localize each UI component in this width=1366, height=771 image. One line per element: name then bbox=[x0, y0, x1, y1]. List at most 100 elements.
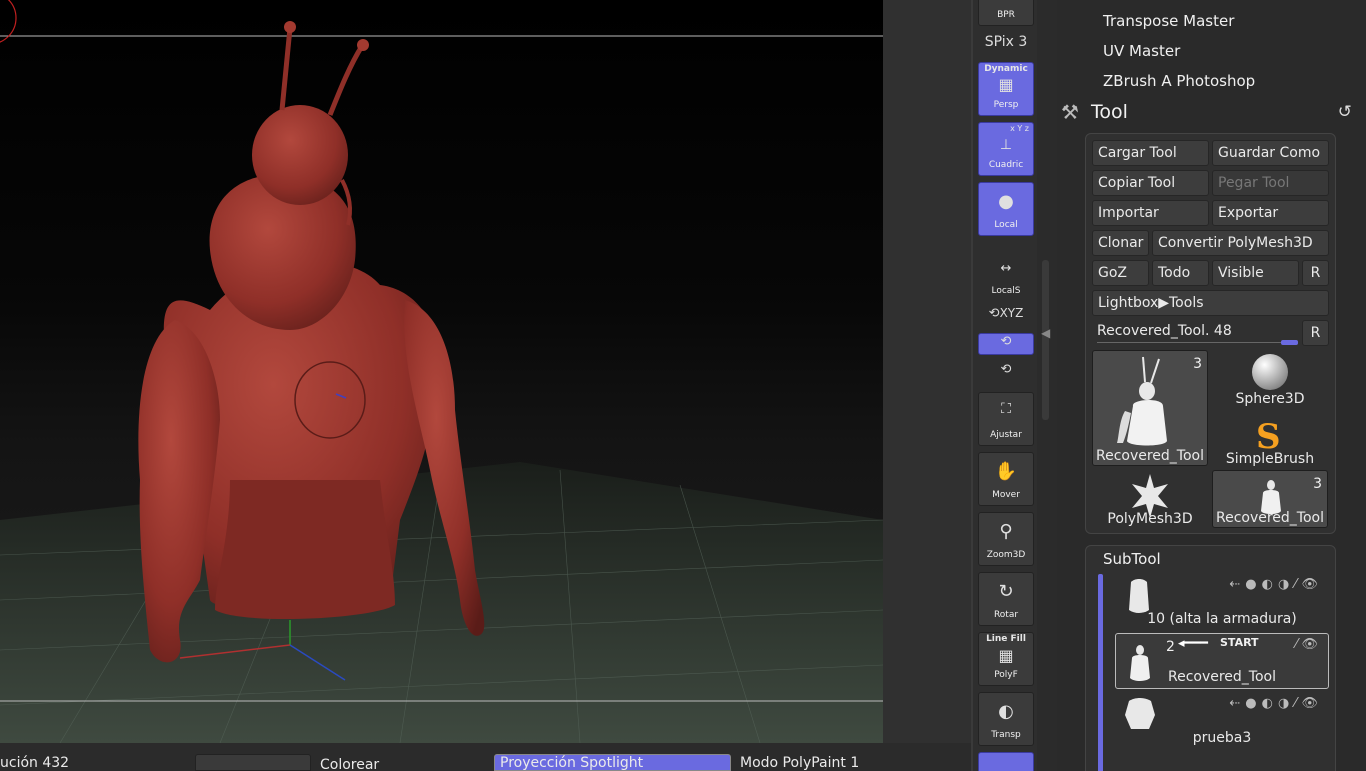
tool-thumb-simplebrush[interactable]: S SimpleBrush bbox=[1212, 410, 1328, 468]
colorize-button[interactable]: Colorear bbox=[320, 757, 379, 771]
start-label: START bbox=[1220, 636, 1259, 649]
plugin-transpose-master[interactable]: Transpose Master bbox=[1103, 12, 1234, 30]
z-rotation-button[interactable]: ⟲ bbox=[978, 362, 1034, 384]
zoom3d-label: Zoom3D bbox=[986, 550, 1026, 560]
save-as-button[interactable]: Guardar Como bbox=[1212, 140, 1329, 166]
bpr-button[interactable]: BPR bbox=[978, 0, 1034, 26]
tool-title: Tool bbox=[1091, 101, 1128, 123]
subtool-visibility-icons[interactable]: ⇠●◐◑⁄👁 bbox=[1229, 577, 1323, 592]
local-label: Local bbox=[994, 220, 1018, 230]
convert-polymesh-button[interactable]: Convertir PolyMesh3D bbox=[1152, 230, 1329, 256]
tool-slider-r-button[interactable]: R bbox=[1302, 320, 1329, 346]
collapse-arrow-icon[interactable]: ◀ bbox=[1041, 326, 1050, 340]
tool-slider-track bbox=[1097, 342, 1298, 343]
y-rotate-icon: ⟲ bbox=[1000, 334, 1012, 349]
hand-icon: ✋ bbox=[994, 461, 1018, 482]
polypaint-mode-label[interactable]: Modo PolyPaint 1 bbox=[740, 755, 859, 771]
tool-slider[interactable]: Recovered_Tool. 48 bbox=[1092, 322, 1298, 345]
y-rotation-button[interactable]: ⟲ bbox=[978, 333, 1034, 355]
tool-thumb-recovered-secondary[interactable]: 3 Recovered_Tool bbox=[1212, 470, 1328, 528]
polyframe-grid-icon: ▦ bbox=[998, 646, 1014, 665]
arrow-left-icon: ◂━━━ bbox=[1178, 636, 1209, 651]
subtool-item[interactable]: ⇠●◐◑⁄👁 10 (alta la armadura) bbox=[1115, 574, 1329, 630]
transp-label: Transp bbox=[991, 730, 1021, 740]
axis-xyz-label: x Y z bbox=[1010, 124, 1029, 133]
vest-thumb-icon bbox=[1129, 579, 1149, 613]
bpr-label: BPR bbox=[997, 10, 1015, 20]
tool-thumb-name: Sphere3D bbox=[1235, 391, 1305, 407]
spix-label: SPix 3 bbox=[984, 34, 1028, 50]
3d-viewport[interactable] bbox=[0, 0, 883, 743]
polyf-label: PolyF bbox=[994, 670, 1018, 680]
frame-button[interactable]: ⛶ Ajustar bbox=[978, 392, 1034, 446]
subtool-scrollbar[interactable] bbox=[1098, 574, 1103, 771]
ajustar-label: Ajustar bbox=[990, 430, 1022, 440]
transp-button[interactable]: ◐ Transp bbox=[978, 692, 1034, 746]
zoom3d-button[interactable]: ⚲ Zoom3D bbox=[978, 512, 1034, 566]
subtool-name: prueba3 bbox=[1192, 730, 1252, 746]
bottom-toolbar: ución 432 Colorear Proyección Spotlight … bbox=[0, 743, 971, 771]
xyz-rotation-button[interactable]: ⟲XYZ bbox=[978, 306, 1034, 328]
rotate-button[interactable]: ↻ Rotar bbox=[978, 572, 1034, 626]
resolution-label[interactable]: ución 432 bbox=[0, 755, 69, 771]
gutter bbox=[883, 0, 975, 771]
plugin-zbrush-photoshop[interactable]: ZBrush A Photoshop bbox=[1103, 72, 1255, 90]
hammer-icon: ⚒ bbox=[1061, 100, 1079, 124]
magnifier-icon: ⚲ bbox=[999, 521, 1013, 542]
subtool-item-selected[interactable]: 2 ◂━━━ START ⁄👁 Recovered_Tool bbox=[1115, 633, 1329, 689]
clone-button[interactable]: Clonar bbox=[1092, 230, 1149, 256]
export-button[interactable]: Exportar bbox=[1212, 200, 1329, 226]
subtool-item[interactable]: ⇠●◐◑⁄👁 prueba3 bbox=[1115, 693, 1329, 749]
linefill-label: Line Fill bbox=[986, 634, 1026, 644]
persp-button[interactable]: Dynamic ▦ Persp bbox=[978, 62, 1034, 116]
goz-r-button[interactable]: R bbox=[1302, 260, 1329, 286]
mover-label: Mover bbox=[992, 490, 1020, 500]
copy-tool-button[interactable]: Copiar Tool bbox=[1092, 170, 1209, 196]
tool-slider-label: Recovered_Tool. 48 bbox=[1097, 323, 1232, 339]
move-button[interactable]: ✋ Mover bbox=[978, 452, 1034, 506]
tool-thumb-polymesh3d[interactable]: PolyMesh3D bbox=[1092, 470, 1208, 528]
spotlight-projection-button[interactable]: Proyección Spotlight bbox=[494, 754, 731, 771]
reset-icon[interactable]: ↺ bbox=[1338, 102, 1352, 122]
symmetry-arrows-icon: ↔ bbox=[1000, 261, 1012, 276]
tool-thumb-count: 3 bbox=[1313, 476, 1322, 492]
local-button[interactable]: ● Local bbox=[978, 182, 1034, 236]
transpose-circle bbox=[0, 0, 17, 43]
xyz-label: XYZ bbox=[999, 306, 1024, 320]
subtool-name: 10 (alta la armadura) bbox=[1147, 611, 1297, 627]
subtool-visibility-icons[interactable]: ⁄👁 bbox=[1295, 637, 1322, 652]
cuadric-label: Cuadric bbox=[988, 160, 1024, 170]
paste-tool-button[interactable]: Pegar Tool bbox=[1212, 170, 1329, 196]
tool-thumb-name: PolyMesh3D bbox=[1107, 511, 1193, 527]
tool-palette-panel: Transpose Master UV Master ZBrush A Phot… bbox=[1057, 0, 1366, 771]
tool-slider-knob[interactable] bbox=[1281, 340, 1298, 345]
panel-scrollbar[interactable] bbox=[1042, 260, 1049, 420]
tool-thumb-sphere3d[interactable]: Sphere3D bbox=[1212, 350, 1328, 408]
subtool-palette: SubTool ⇠●◐◑⁄👁 10 (alta la armadura) 2 ◂… bbox=[1085, 545, 1336, 771]
goz-button[interactable]: GoZ bbox=[1092, 260, 1149, 286]
tool-thumb-count: 3 bbox=[1193, 356, 1202, 372]
frame-icon: ⛶ bbox=[1001, 401, 1011, 417]
z-rotate-icon: ⟲ bbox=[1000, 362, 1012, 377]
floor-icon: ⊥ bbox=[999, 137, 1013, 153]
import-button[interactable]: Importar bbox=[1092, 200, 1209, 226]
perspective-grid-icon: ▦ bbox=[998, 75, 1014, 94]
ghost-button[interactable] bbox=[978, 752, 1034, 771]
floor-grid-button[interactable]: x Y z ⊥ Cuadric bbox=[978, 122, 1034, 176]
local-symmetry-button[interactable]: ↔ LocalS bbox=[978, 248, 1034, 302]
polyframe-button[interactable]: Line Fill ▦ PolyF bbox=[978, 632, 1034, 686]
xyz-rotate-icon: ⟲ bbox=[988, 306, 1000, 321]
blank-button[interactable] bbox=[195, 754, 311, 771]
tool-palette-header[interactable]: ⚒ Tool ↺ bbox=[1057, 98, 1366, 128]
plugin-uv-master[interactable]: UV Master bbox=[1103, 42, 1180, 60]
model-render bbox=[0, 0, 883, 743]
spix-control[interactable]: SPix 3 bbox=[978, 34, 1034, 60]
tool-thumb-recovered-main[interactable]: 3 Recovered_Tool bbox=[1092, 350, 1208, 466]
right-shelf: BPR SPix 3 Dynamic ▦ Persp x Y z ⊥ Cuadr… bbox=[973, 0, 1037, 771]
lightbox-tools-button[interactable]: Lightbox▶Tools bbox=[1092, 290, 1329, 316]
goz-all-button[interactable]: Todo bbox=[1152, 260, 1209, 286]
subtool-visibility-icons[interactable]: ⇠●◐◑⁄👁 bbox=[1229, 696, 1323, 711]
subtool-title: SubTool bbox=[1103, 550, 1161, 568]
goz-visible-button[interactable]: Visible bbox=[1212, 260, 1299, 286]
load-tool-button[interactable]: Cargar Tool bbox=[1092, 140, 1209, 166]
